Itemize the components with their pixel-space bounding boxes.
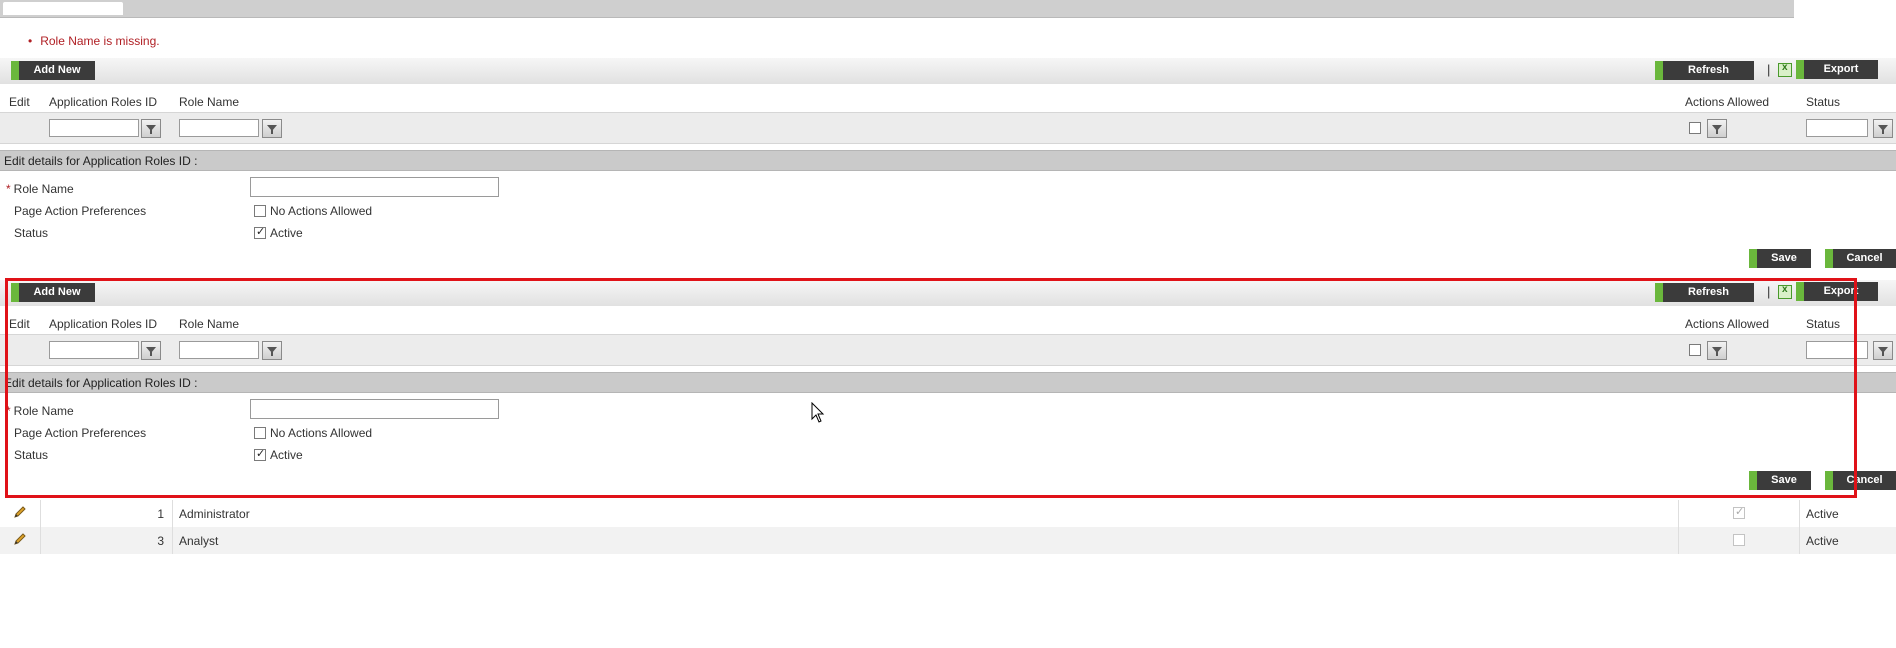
validation-summary: • Role Name is missing.	[28, 34, 160, 48]
table-row[interactable]	[0, 500, 1896, 527]
filter-icon[interactable]	[141, 341, 161, 360]
add-new-button[interactable]: Add New	[11, 283, 95, 302]
column-header-actions-allowed[interactable]: Actions Allowed	[1685, 317, 1769, 331]
row-actions-allowed-checkbox	[1733, 534, 1745, 546]
row-role-name-cell: Analyst	[179, 534, 219, 548]
validation-bullet: •	[28, 34, 33, 48]
app-roles-id-filter-input[interactable]	[49, 341, 139, 359]
no-actions-allowed-checkbox[interactable]	[254, 427, 266, 439]
save-button[interactable]: Save	[1749, 471, 1811, 490]
role-name-input[interactable]	[250, 399, 499, 419]
no-actions-allowed-checkbox[interactable]	[254, 205, 266, 217]
edit-details-title: Edit details for Application Roles ID :	[4, 154, 198, 168]
edit-details-header: Edit details for Application Roles ID :	[0, 150, 1896, 171]
column-header-app-roles-id[interactable]: Application Roles ID	[49, 95, 157, 109]
active-label: Active	[270, 226, 303, 240]
save-button[interactable]: Save	[1749, 249, 1811, 268]
excel-icon[interactable]	[1778, 62, 1792, 77]
active-checkbox[interactable]	[254, 447, 266, 461]
active-tab[interactable]	[3, 2, 123, 15]
status-label: Status	[14, 448, 49, 462]
active-checkbox[interactable]	[254, 225, 266, 239]
excel-icon[interactable]	[1778, 284, 1792, 299]
column-header-actions-allowed[interactable]: Actions Allowed	[1685, 95, 1769, 109]
actions-allowed-filter-checkbox[interactable]	[1689, 344, 1701, 356]
filter-row	[0, 334, 1896, 366]
mouse-cursor-icon	[811, 402, 825, 423]
column-header-edit[interactable]: Edit	[9, 95, 30, 109]
filter-icon[interactable]	[262, 341, 282, 360]
column-divider	[40, 500, 41, 554]
column-header-role-name[interactable]: Role Name	[179, 317, 239, 331]
column-header-status[interactable]: Status	[1806, 95, 1840, 109]
active-label: Active	[270, 448, 303, 462]
export-button[interactable]: Export	[1796, 282, 1878, 301]
role-name-filter-input[interactable]	[179, 341, 259, 359]
table-row[interactable]	[0, 527, 1896, 554]
row-id-cell: 1	[157, 507, 164, 521]
edit-details-header: Edit details for Application Roles ID :	[0, 372, 1896, 393]
column-header-edit[interactable]: Edit	[9, 317, 30, 331]
role-name-label-text: Role Name	[13, 182, 74, 196]
filter-icon[interactable]	[1707, 341, 1727, 360]
page-action-preferences-label: Page Action Preferences	[14, 426, 147, 440]
role-name-label: * Role Name	[6, 182, 74, 196]
column-divider	[1678, 500, 1679, 554]
role-name-label: * Role Name	[6, 404, 74, 418]
no-actions-allowed-label: No Actions Allowed	[270, 204, 373, 218]
grid-toolbar	[0, 58, 1896, 84]
role-name-input[interactable]	[250, 177, 499, 197]
no-actions-allowed-label: No Actions Allowed	[270, 426, 373, 440]
actions-allowed-filter-checkbox[interactable]	[1689, 122, 1701, 134]
row-status-cell: Active	[1806, 534, 1839, 548]
toolbar-separator: |	[1767, 284, 1771, 299]
pencil-icon[interactable]	[13, 532, 27, 546]
role-name-label-text: Role Name	[13, 404, 74, 418]
row-status-cell: Active	[1806, 507, 1839, 521]
status-filter-input[interactable]	[1806, 119, 1868, 137]
refresh-button[interactable]: Refresh	[1655, 61, 1754, 80]
row-role-name-cell: Administrator	[179, 507, 250, 521]
page-action-preferences-label: Page Action Preferences	[14, 204, 147, 218]
status-label: Status	[14, 226, 49, 240]
column-divider	[172, 500, 173, 554]
cancel-button[interactable]: Cancel	[1825, 471, 1896, 490]
filter-icon[interactable]	[1873, 119, 1893, 138]
export-button[interactable]: Export	[1796, 60, 1878, 79]
filter-icon[interactable]	[141, 119, 161, 138]
filter-icon[interactable]	[1707, 119, 1727, 138]
role-name-filter-input[interactable]	[179, 119, 259, 137]
required-marker: *	[6, 404, 11, 418]
column-divider	[1799, 500, 1800, 554]
refresh-button[interactable]: Refresh	[1655, 283, 1754, 302]
filter-row	[0, 112, 1896, 144]
filter-icon[interactable]	[262, 119, 282, 138]
required-marker: *	[6, 182, 11, 196]
pencil-icon[interactable]	[13, 505, 27, 519]
grid-toolbar	[0, 280, 1896, 306]
row-id-cell: 3	[157, 534, 164, 548]
cancel-button[interactable]: Cancel	[1825, 249, 1896, 268]
column-header-status[interactable]: Status	[1806, 317, 1840, 331]
row-actions-allowed-checkbox	[1733, 505, 1745, 519]
edit-details-title: Edit details for Application Roles ID :	[4, 376, 198, 390]
column-header-app-roles-id[interactable]: Application Roles ID	[49, 317, 157, 331]
toolbar-separator: |	[1767, 62, 1771, 77]
validation-message: Role Name is missing.	[40, 34, 160, 48]
top-tab-bar	[0, 0, 1794, 18]
add-new-button[interactable]: Add New	[11, 61, 95, 80]
filter-icon[interactable]	[1873, 341, 1893, 360]
status-filter-input[interactable]	[1806, 341, 1868, 359]
app-roles-id-filter-input[interactable]	[49, 119, 139, 137]
column-header-role-name[interactable]: Role Name	[179, 95, 239, 109]
